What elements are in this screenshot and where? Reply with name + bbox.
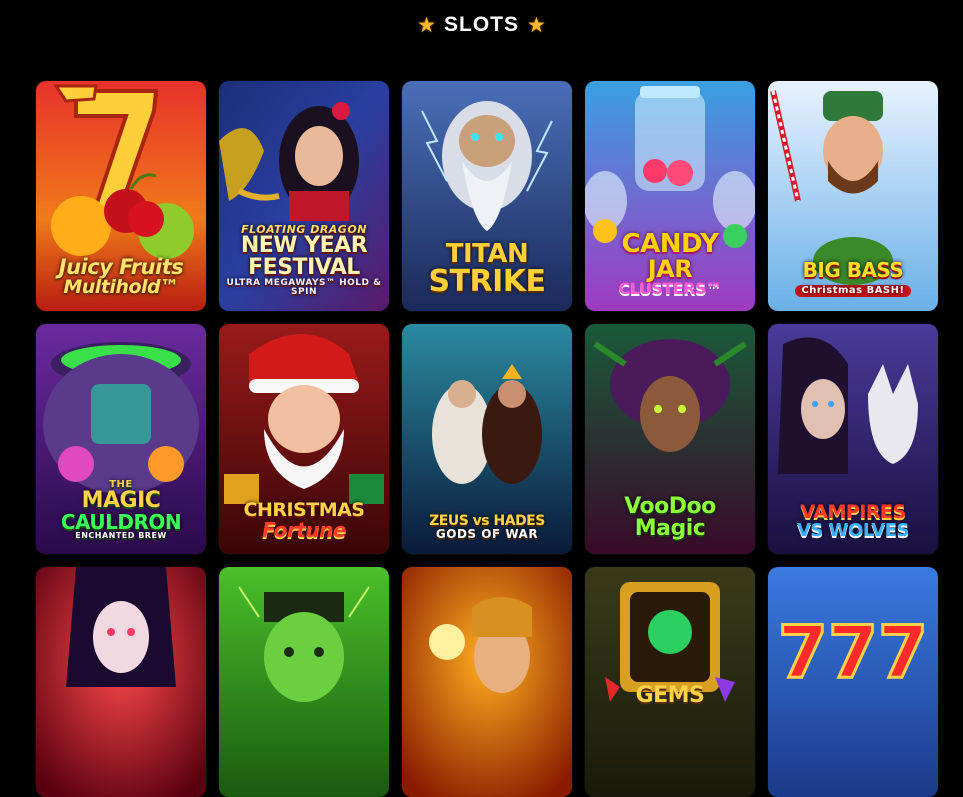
game-logo-line: BIG BASS (802, 258, 904, 282)
game-thumbnail (585, 567, 755, 797)
game-tile-titan-strike[interactable]: TITAN STRIKE (402, 81, 572, 311)
game-tile-vampires-vs-wolves[interactable]: VAMPIRES VS WOLVES (768, 324, 938, 554)
game-thumbnail (402, 567, 572, 797)
game-logo-line: FESTIVAL (248, 255, 360, 280)
game-logo-line: Juicy Fruits (58, 255, 184, 279)
game-thumbnail (36, 567, 206, 797)
game-logo-line: STRIKE (428, 264, 546, 299)
game-tile-big-bass-christmas[interactable]: BIG BASS Christmas BASH! (768, 81, 938, 311)
game-tile-voodoo-magic[interactable]: VooDoo Magic (585, 324, 755, 554)
svg-text:777: 777 (778, 610, 928, 694)
game-tile-gems[interactable]: GEMS (585, 567, 755, 797)
star-icon: ★ (527, 13, 546, 37)
game-logo-line: CAULDRON (60, 510, 182, 534)
game-tile-777[interactable]: 777 (768, 567, 938, 797)
game-logo-line: NEW YEAR (240, 233, 368, 258)
game-tile-floating-dragon[interactable]: FLOATING DRAGON NEW YEAR FESTIVAL ULTRA … (219, 81, 389, 311)
game-tile-vampy-party[interactable] (36, 567, 206, 797)
game-logo-line: Magic (634, 516, 706, 541)
game-logo-line: VS WOLVES (797, 520, 910, 541)
game-tile-candy-jar-clusters[interactable]: CANDY JAR CLUSTERS™ (585, 81, 755, 311)
game-logo-line: ZEUS vs HADES (429, 513, 545, 529)
game-logo-line: Multihold™ (63, 276, 179, 298)
star-icon: ★ (417, 13, 436, 37)
game-logo-line: MAGIC (81, 488, 161, 513)
game-logo-line: ULTRA MEGAWAYS™ HOLD & SPIN (226, 278, 382, 297)
game-tile-christmas-fortune[interactable]: CHRISTMAS Fortune (219, 324, 389, 554)
game-tile-zeus-vs-hades[interactable]: ZEUS vs HADES GODS OF WAR (402, 324, 572, 554)
game-logo-line: GODS OF WAR (435, 527, 539, 541)
game-thumbnail (219, 567, 389, 797)
game-thumbnail: 777 (768, 567, 938, 797)
section-title: SLOTS (443, 13, 519, 36)
game-grid: Juicy Fruits Multihold™ FLOATING DRAGON … (36, 81, 938, 797)
game-logo-line: VooDoo (624, 494, 716, 519)
game-logo-line: GEMS (635, 683, 705, 708)
game-tile-juicy-fruits[interactable]: Juicy Fruits Multihold™ (36, 81, 206, 311)
game-tile-frankenstein[interactable] (219, 567, 389, 797)
game-logo-line: CLUSTERS™ (618, 279, 722, 298)
game-tile-fire-goddess[interactable] (402, 567, 572, 797)
game-logo-line: Fortune (262, 518, 346, 542)
game-logo-line: JAR (647, 255, 693, 283)
game-tile-magic-cauldron[interactable]: THE MAGIC CAULDRON ENCHANTED BREW (36, 324, 206, 554)
game-logo-line: CANDY (621, 229, 719, 259)
game-logo-line: Christmas BASH! (795, 285, 911, 297)
section-header: ★ SLOTS ★ (0, 0, 963, 50)
